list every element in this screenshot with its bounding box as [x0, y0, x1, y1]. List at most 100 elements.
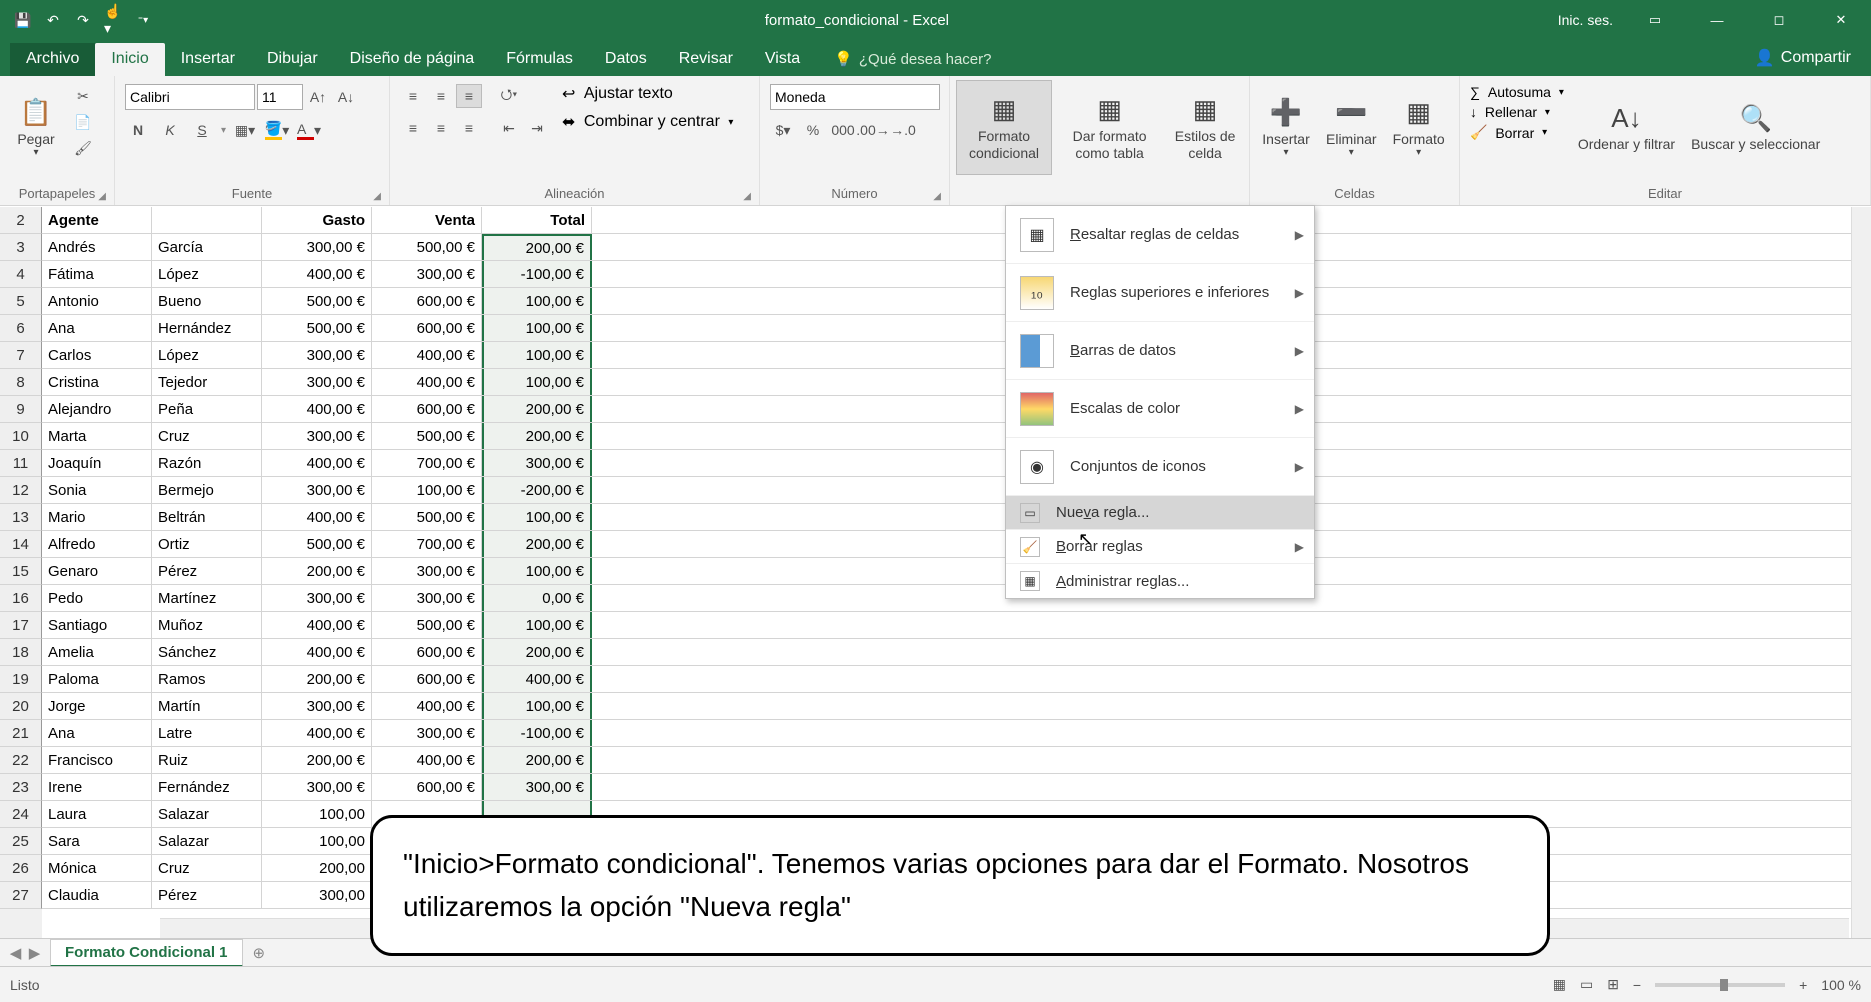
- cell[interactable]: Joaquín: [42, 450, 152, 476]
- cell[interactable]: Tejedor: [152, 369, 262, 395]
- menu-new-rule[interactable]: ▭ Nueva regla...: [1006, 496, 1314, 530]
- cell[interactable]: 300,00 €: [262, 234, 372, 260]
- cell[interactable]: 600,00 €: [372, 288, 482, 314]
- table-row[interactable]: AndrésGarcía300,00 €500,00 €200,00 €: [42, 234, 1871, 261]
- cell[interactable]: Bueno: [152, 288, 262, 314]
- table-row[interactable]: AlejandroPeña400,00 €600,00 €200,00 €: [42, 396, 1871, 423]
- cell[interactable]: 300,00 €: [262, 774, 372, 800]
- cell[interactable]: Pérez: [152, 882, 262, 908]
- cell[interactable]: Laura: [42, 801, 152, 827]
- cell[interactable]: Ortiz: [152, 531, 262, 557]
- vertical-scrollbar[interactable]: [1851, 207, 1871, 938]
- wrap-text-button[interactable]: ↩ Ajustar texto: [562, 84, 733, 104]
- find-select-button[interactable]: 🔍Buscar y seleccionar: [1685, 80, 1826, 175]
- cell[interactable]: 200,00: [262, 855, 372, 881]
- cell[interactable]: Andrés: [42, 234, 152, 260]
- cell[interactable]: García: [152, 234, 262, 260]
- align-middle-icon[interactable]: ≡: [428, 84, 454, 108]
- menu-top-bottom-rules[interactable]: ₁₀ Reglas superiores e inferiores ▶: [1006, 264, 1314, 322]
- cell[interactable]: Genaro: [42, 558, 152, 584]
- cell[interactable]: Latre: [152, 720, 262, 746]
- cell[interactable]: Agente: [42, 207, 152, 233]
- cell[interactable]: 500,00 €: [262, 288, 372, 314]
- cell[interactable]: 300,00 €: [262, 369, 372, 395]
- increase-decimal-icon[interactable]: .00→: [860, 118, 886, 142]
- touch-mode-icon[interactable]: ☝▾: [104, 11, 122, 29]
- tab-view[interactable]: Vista: [749, 43, 816, 76]
- launcher-icon[interactable]: ◢: [373, 191, 381, 202]
- cell[interactable]: [592, 747, 1871, 773]
- tab-data[interactable]: Datos: [589, 43, 663, 76]
- cell[interactable]: 600,00 €: [372, 639, 482, 665]
- view-pagebreak-icon[interactable]: ⊞: [1607, 976, 1619, 993]
- table-row[interactable]: JoaquínRazón400,00 €700,00 €300,00 €: [42, 450, 1871, 477]
- minimize-icon[interactable]: —: [1697, 0, 1737, 40]
- cell[interactable]: [592, 774, 1871, 800]
- table-row[interactable]: AntonioBueno500,00 €600,00 €100,00 €: [42, 288, 1871, 315]
- cell[interactable]: 600,00 €: [372, 396, 482, 422]
- cell[interactable]: Sonia: [42, 477, 152, 503]
- cell[interactable]: 700,00 €: [372, 450, 482, 476]
- cell[interactable]: 100,00 €: [482, 288, 592, 314]
- table-row[interactable]: MartaCruz300,00 €500,00 €200,00 €: [42, 423, 1871, 450]
- zoom-slider[interactable]: [1655, 983, 1785, 987]
- table-row[interactable]: AmeliaSánchez400,00 €600,00 €200,00 €: [42, 639, 1871, 666]
- table-row[interactable]: IreneFernández300,00 €600,00 €300,00 €: [42, 774, 1871, 801]
- format-painter-icon[interactable]: 🖌: [70, 136, 96, 160]
- cell[interactable]: 600,00 €: [372, 666, 482, 692]
- cell[interactable]: Ramos: [152, 666, 262, 692]
- clear-button[interactable]: 🧹 Borrar ▾: [1470, 124, 1564, 141]
- cell[interactable]: Fernández: [152, 774, 262, 800]
- cell[interactable]: Martínez: [152, 585, 262, 611]
- cell[interactable]: 300,00 €: [372, 720, 482, 746]
- cell[interactable]: 100,00 €: [482, 504, 592, 530]
- cell[interactable]: Ana: [42, 315, 152, 341]
- cell[interactable]: 400,00 €: [262, 450, 372, 476]
- launcher-icon[interactable]: ◢: [98, 191, 106, 202]
- table-row[interactable]: SoniaBermejo300,00 €100,00 €-200,00 €: [42, 477, 1871, 504]
- launcher-icon[interactable]: ◢: [933, 191, 941, 202]
- cell[interactable]: 100,00 €: [482, 315, 592, 341]
- tab-formulas[interactable]: Fórmulas: [490, 43, 589, 76]
- fill-color-icon[interactable]: 🪣▾: [264, 118, 290, 142]
- cell[interactable]: Irene: [42, 774, 152, 800]
- paste-button[interactable]: 📋 Pegar ▾: [6, 80, 66, 175]
- row-header[interactable]: 12: [0, 477, 42, 504]
- maximize-icon[interactable]: ◻: [1759, 0, 1799, 40]
- cell[interactable]: 200,00 €: [262, 747, 372, 773]
- row-header[interactable]: 21: [0, 720, 42, 747]
- sheet-tab[interactable]: Formato Condicional 1: [50, 939, 243, 967]
- cell[interactable]: 400,00 €: [372, 693, 482, 719]
- cell[interactable]: Salazar: [152, 828, 262, 854]
- cell[interactable]: 100,00 €: [482, 612, 592, 638]
- menu-icon-sets[interactable]: ◉ Conjuntos de iconos ▶: [1006, 438, 1314, 496]
- cell[interactable]: 200,00 €: [482, 639, 592, 665]
- cell[interactable]: Pérez: [152, 558, 262, 584]
- table-row[interactable]: AgenteGastoVentaTotal: [42, 207, 1871, 234]
- cell[interactable]: 200,00 €: [262, 558, 372, 584]
- cell[interactable]: -100,00 €: [482, 720, 592, 746]
- ribbon-display-icon[interactable]: ▭: [1635, 0, 1675, 40]
- cell[interactable]: 200,00 €: [262, 666, 372, 692]
- table-row[interactable]: SantiagoMuñoz400,00 €500,00 €100,00 €: [42, 612, 1871, 639]
- cell[interactable]: [592, 693, 1871, 719]
- cell[interactable]: 0,00 €: [482, 585, 592, 611]
- tab-insert[interactable]: Insertar: [165, 43, 251, 76]
- row-header[interactable]: 25: [0, 828, 42, 855]
- font-name-combo[interactable]: [125, 84, 255, 110]
- row-header[interactable]: 10: [0, 423, 42, 450]
- cell-styles-button[interactable]: ▦ Estilos de celda: [1167, 80, 1243, 175]
- cell[interactable]: 400,00 €: [372, 369, 482, 395]
- increase-indent-icon[interactable]: ⇥: [524, 116, 550, 140]
- cell[interactable]: Paloma: [42, 666, 152, 692]
- cell[interactable]: 200,00 €: [482, 531, 592, 557]
- cell[interactable]: [592, 720, 1871, 746]
- cell[interactable]: [592, 639, 1871, 665]
- cell[interactable]: 300,00 €: [262, 342, 372, 368]
- cell[interactable]: Francisco: [42, 747, 152, 773]
- copy-icon[interactable]: 📄: [70, 110, 96, 134]
- menu-clear-rules[interactable]: 🧹 Borrar reglas ▶: [1006, 530, 1314, 564]
- table-row[interactable]: CristinaTejedor300,00 €400,00 €100,00 €: [42, 369, 1871, 396]
- cell[interactable]: Hernández: [152, 315, 262, 341]
- increase-font-icon[interactable]: A↑: [305, 85, 331, 109]
